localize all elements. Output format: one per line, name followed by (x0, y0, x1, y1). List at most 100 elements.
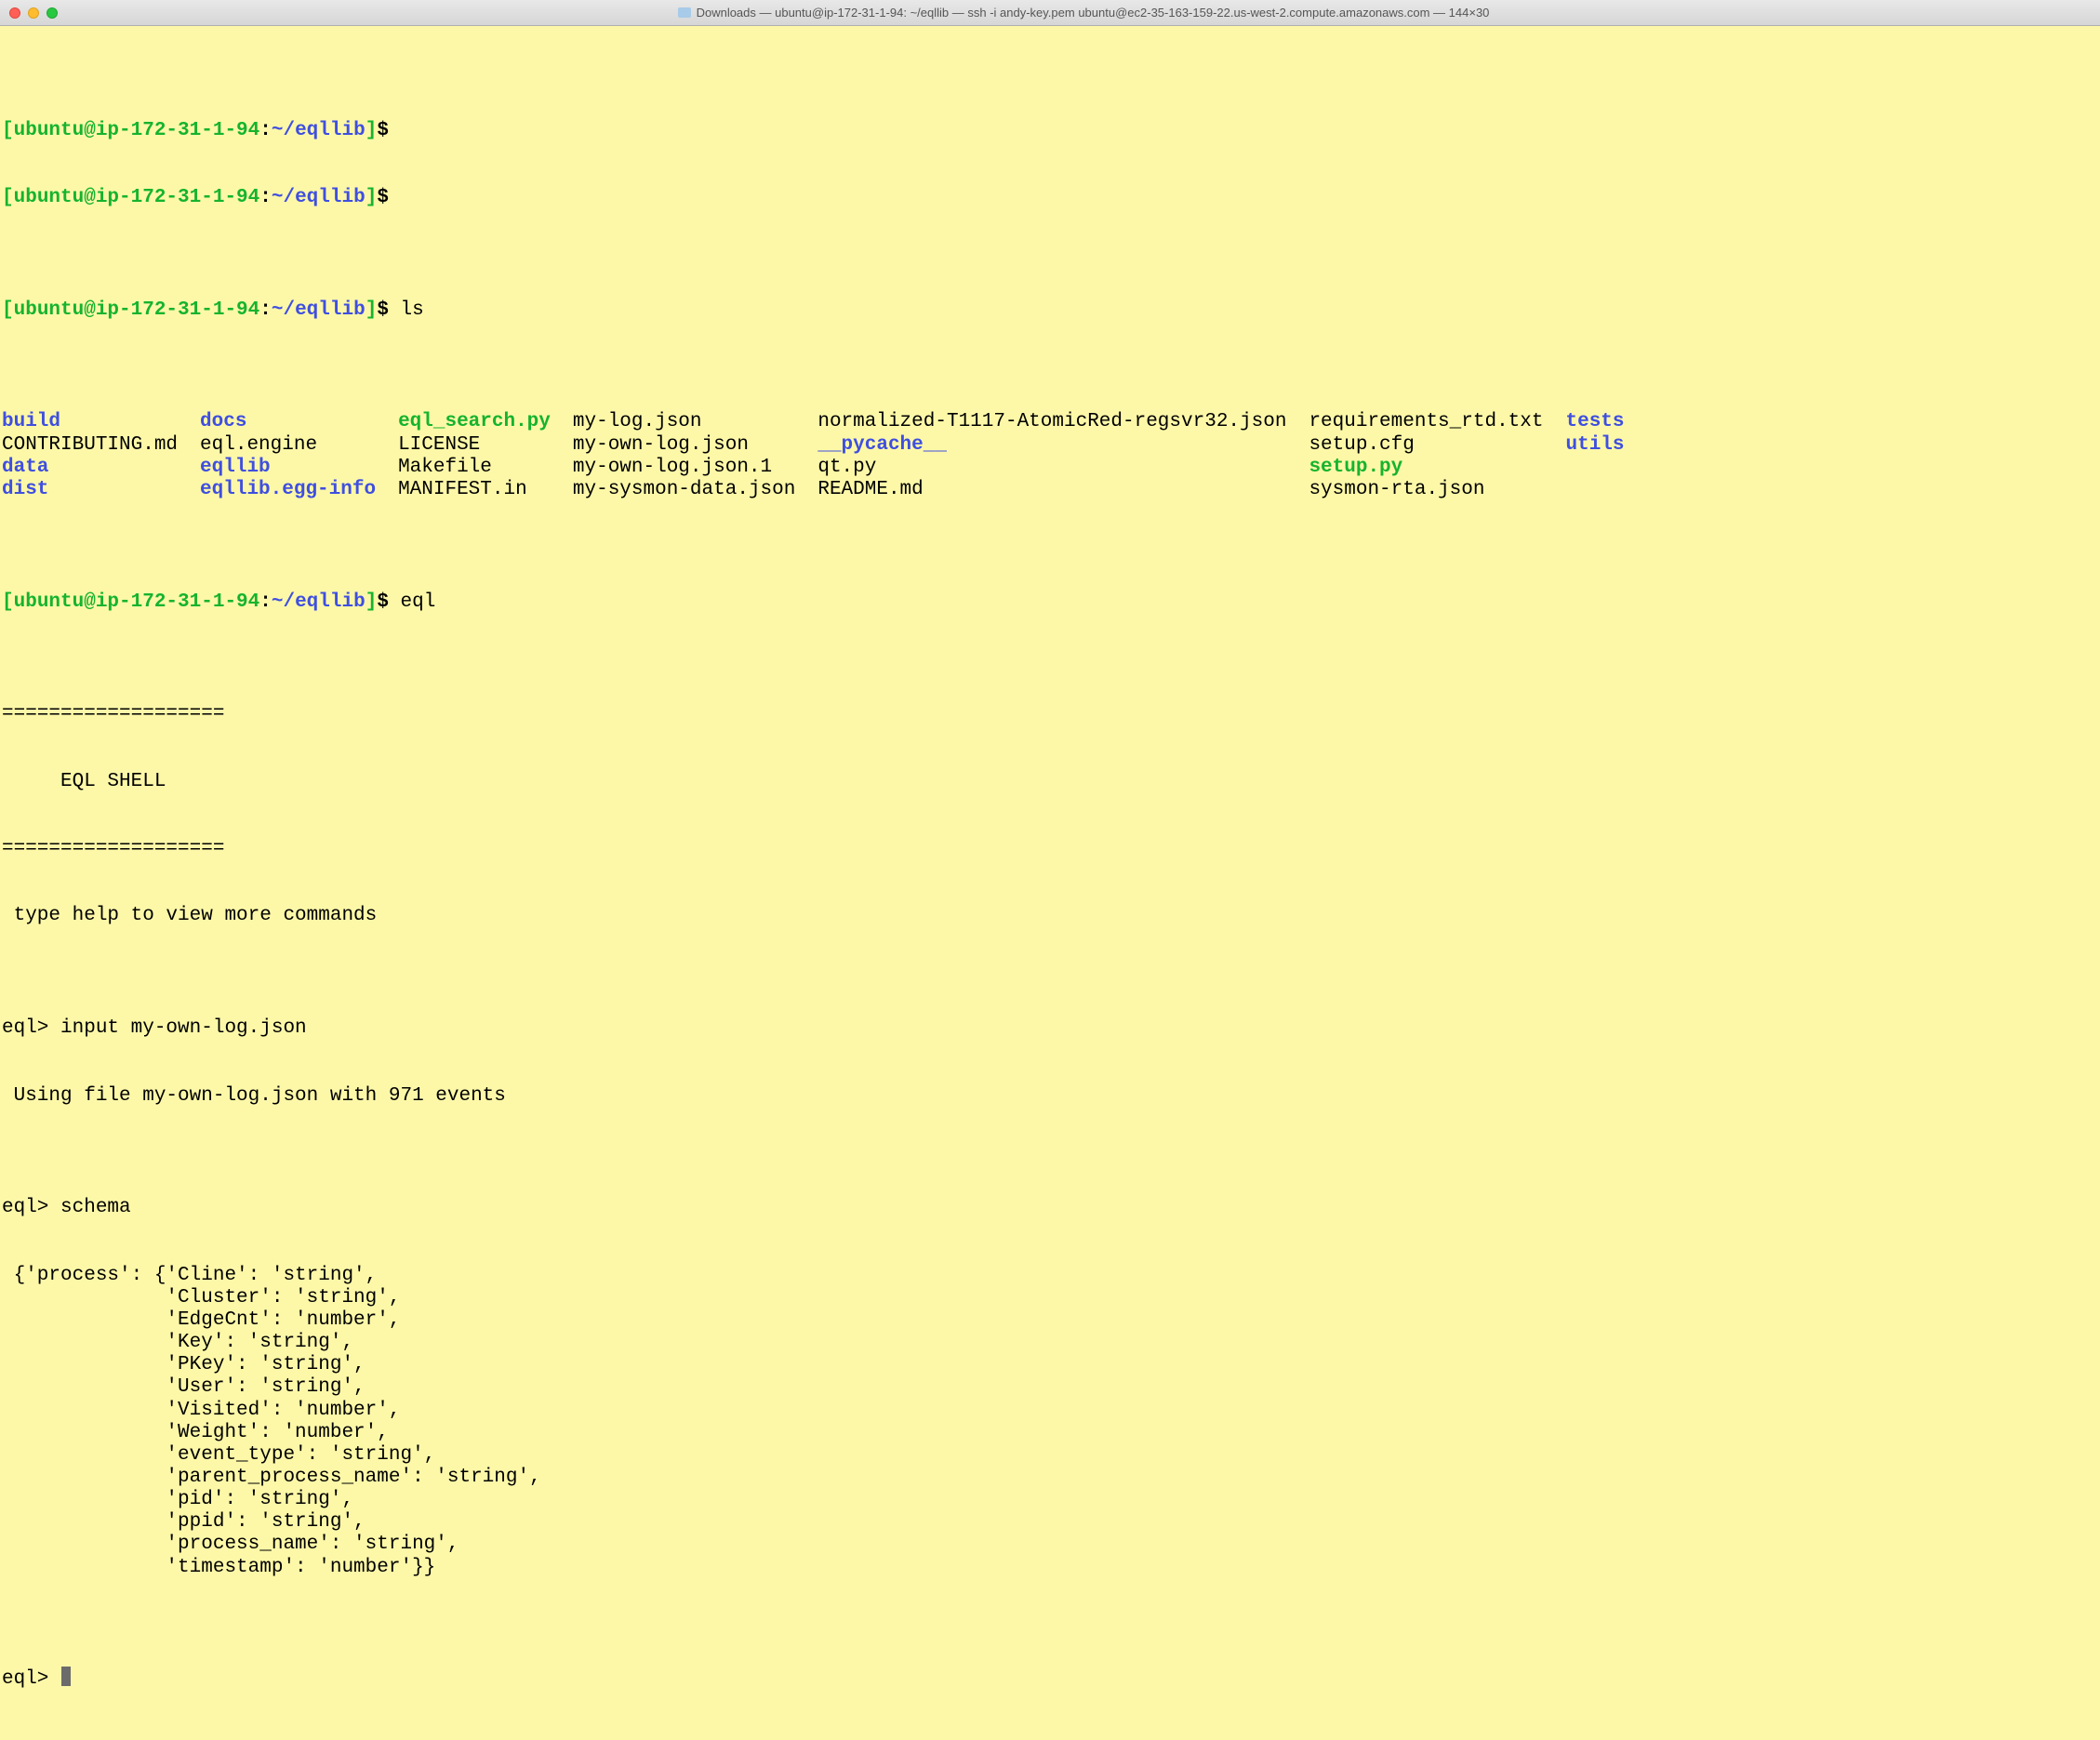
schema-line: 'User': 'string', (2, 1376, 2098, 1399)
ls-entry: tests (1565, 411, 1624, 433)
ls-entry: LICENSE (398, 434, 551, 457)
ls-entry: my-sysmon-data.json (573, 479, 795, 501)
maximize-window-button[interactable] (47, 7, 58, 19)
command-eql: eql (401, 591, 436, 613)
window-title: Downloads — ubuntu@ip-172-31-1-94: ~/eql… (76, 6, 2091, 20)
prompt-path: ~/eqllib (272, 187, 366, 208)
prompt-bracket-open: [ (2, 591, 14, 613)
schema-line: 'Visited': 'number', (2, 1400, 2098, 1422)
schema-line: 'parent_process_name': 'string', (2, 1467, 2098, 1489)
ls-entry: requirements_rtd.txt (1309, 411, 1543, 433)
ls-entry: my-log.json (573, 411, 795, 433)
ls-entry: eql_search.py (398, 411, 551, 433)
ls-entry: Makefile (398, 457, 551, 479)
ls-entry: docs (200, 411, 376, 433)
eql-schema-cmd: schema (60, 1197, 131, 1218)
eql-prompt: eql> (2, 1668, 60, 1690)
prompt-colon: : (259, 591, 272, 613)
prompt-line: [ubuntu@ip-172-31-1-94:~/eqllib]$ (2, 120, 2098, 142)
schema-line: 'PKey': 'string', (2, 1354, 2098, 1376)
ls-entry: utils (1565, 434, 1624, 457)
prompt-user-host: ubuntu@ip-172-31-1-94 (14, 299, 260, 321)
ls-entry: my-own-log.json (573, 434, 795, 457)
schema-line: 'Cluster': 'string', (2, 1287, 2098, 1309)
prompt-colon: : (259, 187, 272, 208)
ls-column: docseql.engineeqllibeqllib.egg-info (200, 411, 376, 501)
window-title-text: Downloads — ubuntu@ip-172-31-1-94: ~/eql… (697, 6, 1490, 20)
prompt-user-host: ubuntu@ip-172-31-1-94 (14, 591, 260, 613)
prompt-line-eql: [ubuntu@ip-172-31-1-94:~/eqllib]$ eql (2, 591, 2098, 614)
schema-line: 'process_name': 'string', (2, 1534, 2098, 1556)
ls-output: buildCONTRIBUTING.mddatadistdocseql.engi… (2, 411, 2098, 501)
traffic-lights (9, 7, 58, 19)
ls-entry: eqllib.egg-info (200, 479, 376, 501)
prompt-colon: : (259, 299, 272, 321)
prompt-path: ~/eqllib (272, 120, 366, 141)
prompt-dollar: $ (377, 299, 400, 321)
prompt-colon: : (259, 120, 272, 141)
eql-schema-output: {'process': {'Cline': 'string', 'Cluster… (2, 1265, 2098, 1579)
eql-banner-title: EQL SHELL (2, 771, 2098, 793)
ls-entry: normalized-T1117-AtomicRed-regsvr32.json (817, 411, 1286, 433)
schema-line: 'Key': 'string', (2, 1332, 2098, 1354)
prompt-bracket-open: [ (2, 120, 14, 141)
prompt-dollar: $ (377, 591, 400, 613)
prompt-line: [ubuntu@ip-172-31-1-94:~/eqllib]$ (2, 187, 2098, 209)
eql-banner-rule: =================== (2, 838, 2098, 860)
prompt-line-ls: [ubuntu@ip-172-31-1-94:~/eqllib]$ ls (2, 299, 2098, 322)
prompt-dollar: $ (377, 187, 400, 208)
eql-prompt: eql> (2, 1197, 60, 1218)
window-titlebar: Downloads — ubuntu@ip-172-31-1-94: ~/eql… (0, 0, 2100, 26)
prompt-bracket-open: [ (2, 187, 14, 208)
schema-line: 'Weight': 'number', (2, 1422, 2098, 1444)
minimize-window-button[interactable] (28, 7, 39, 19)
prompt-path: ~/eqllib (272, 299, 366, 321)
ls-entry: dist (2, 479, 178, 501)
ls-column: normalized-T1117-AtomicRed-regsvr32.json… (817, 411, 1286, 501)
prompt-bracket-close: ] (366, 591, 378, 613)
prompt-path: ~/eqllib (272, 591, 366, 613)
eql-input-response: Using file my-own-log.json with 971 even… (2, 1085, 2098, 1108)
prompt-bracket-open: [ (2, 299, 14, 321)
ls-entry: build (2, 411, 178, 433)
ls-entry: eqllib (200, 457, 376, 479)
ls-column: my-log.jsonmy-own-log.jsonmy-own-log.jso… (573, 411, 795, 501)
ls-column: eql_search.pyLICENSEMakefileMANIFEST.in (398, 411, 551, 501)
eql-prompt: eql> (2, 1017, 60, 1039)
eql-help-line: type help to view more commands (2, 905, 2098, 927)
command-ls: ls (401, 299, 424, 321)
eql-input-line: eql> input my-own-log.json (2, 1017, 2098, 1040)
schema-line: 'pid': 'string', (2, 1489, 2098, 1511)
eql-prompt-line[interactable]: eql> (2, 1668, 2098, 1691)
close-window-button[interactable] (9, 7, 20, 19)
eql-schema-line: eql> schema (2, 1197, 2098, 1219)
ls-column: testsutils (1565, 411, 1624, 501)
prompt-dollar: $ (377, 120, 400, 141)
prompt-user-host: ubuntu@ip-172-31-1-94 (14, 120, 260, 141)
schema-line: 'event_type': 'string', (2, 1444, 2098, 1467)
ls-entry: setup.cfg (1309, 434, 1543, 457)
ls-entry: data (2, 457, 178, 479)
ls-entry: my-own-log.json.1 (573, 457, 795, 479)
schema-line: {'process': {'Cline': 'string', (2, 1265, 2098, 1287)
ls-entry: setup.py (1309, 457, 1543, 479)
prompt-user-host: ubuntu@ip-172-31-1-94 (14, 187, 260, 208)
eql-banner-rule: =================== (2, 703, 2098, 725)
eql-input-cmd: input my-own-log.json (60, 1017, 307, 1039)
ls-entry: CONTRIBUTING.md (2, 434, 178, 457)
ls-column: buildCONTRIBUTING.mddatadist (2, 411, 178, 501)
folder-icon (678, 7, 691, 18)
ls-entry: __pycache__ (817, 434, 1286, 457)
cursor-icon[interactable] (61, 1667, 71, 1686)
schema-line: 'timestamp': 'number'}} (2, 1557, 2098, 1579)
schema-line: 'EdgeCnt': 'number', (2, 1309, 2098, 1332)
schema-line: 'ppid': 'string', (2, 1511, 2098, 1534)
ls-entry: README.md (817, 479, 1286, 501)
ls-entry: sysmon-rta.json (1309, 479, 1543, 501)
ls-entry: MANIFEST.in (398, 479, 551, 501)
prompt-bracket-close: ] (366, 120, 378, 141)
prompt-bracket-close: ] (366, 299, 378, 321)
terminal-body[interactable]: [ubuntu@ip-172-31-1-94:~/eqllib]$ [ubunt… (0, 26, 2100, 1740)
ls-entry: eql.engine (200, 434, 376, 457)
ls-entry: qt.py (817, 457, 1286, 479)
